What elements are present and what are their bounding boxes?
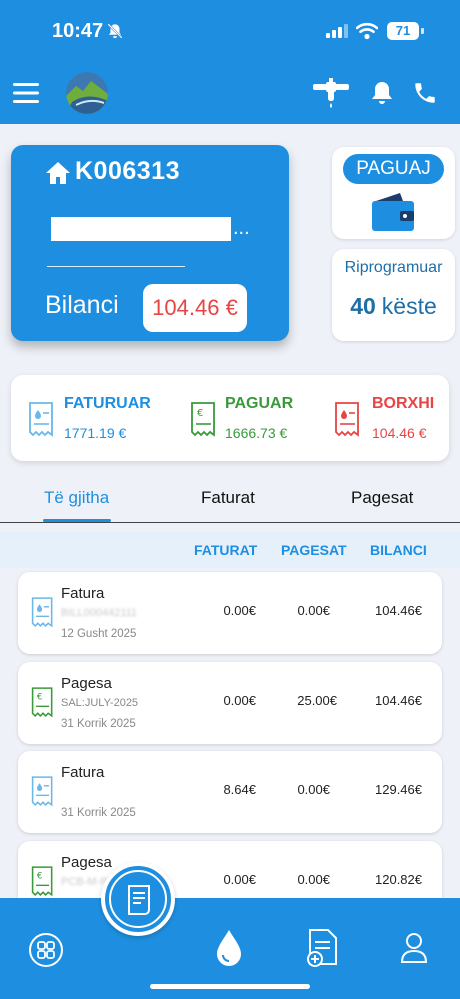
billed-label: FATURUAR	[64, 395, 151, 412]
water-tap-icon[interactable]	[310, 78, 352, 110]
payment-receipt-icon: €	[191, 402, 215, 437]
transaction-type: Pagesa	[61, 675, 112, 692]
transaction-type: Pagesa	[61, 854, 112, 871]
svg-text:€: €	[197, 408, 203, 419]
transaction-payment-amount: 25.00€	[297, 693, 337, 708]
profile-icon[interactable]	[400, 932, 428, 964]
transaction-reference: SAL:JULY-2025	[61, 697, 139, 709]
svg-text:€: €	[37, 871, 43, 881]
status-bar: 10:47 71	[0, 0, 460, 62]
cellular-signal-icon	[326, 24, 348, 38]
fab-ring	[109, 870, 167, 928]
debt-value: 104.46 €	[372, 425, 427, 441]
transaction-date: 31 Korrik 2025	[61, 807, 136, 819]
transaction-date: 12 Gusht 2025	[61, 628, 137, 640]
transaction-type: Fatura	[61, 585, 105, 602]
battery-indicator: 71	[387, 22, 419, 40]
installments-value: 40 këste	[332, 293, 455, 320]
payment-receipt-icon: €	[31, 866, 53, 897]
pay-card[interactable]: PAGUAJ	[332, 147, 455, 239]
account-name-ellipsis: ...	[233, 217, 250, 239]
bills-icon	[128, 885, 150, 915]
paid-label: PAGUAR	[225, 395, 294, 412]
bills-fab-button[interactable]	[101, 862, 175, 936]
filter-tabs: Të gjitha Faturat Pagesat	[0, 475, 460, 523]
transaction-row[interactable]: Fatura 31 Korrik 2025 8.64€ 0.00€ 129.46…	[18, 751, 442, 833]
app-logo	[66, 72, 108, 114]
column-invoices: FATURAT	[194, 542, 258, 558]
add-document-icon[interactable]	[306, 928, 340, 968]
billed-value: 1771.19 €	[64, 425, 127, 441]
tab-payments[interactable]: Pagesat	[351, 488, 413, 508]
transaction-balance: 104.46€	[375, 603, 422, 618]
transaction-type: Fatura	[61, 764, 105, 781]
app-header: 10:47 71	[0, 0, 460, 124]
column-headers: FATURAT PAGESAT BILANCI	[0, 532, 460, 568]
transaction-date: 31 Korrik 2025	[61, 718, 136, 730]
column-payments: PAGESAT	[281, 542, 347, 558]
transaction-list[interactable]: Fatura BILL000442111 12 Gusht 2025 0.00€…	[0, 568, 460, 898]
account-divider	[47, 266, 185, 267]
svg-text:€: €	[37, 692, 43, 702]
account-name-redacted	[51, 217, 231, 241]
tab-invoices[interactable]: Faturat	[201, 488, 255, 508]
transaction-row[interactable]: € Pagesa SAL:JULY-2025 31 Korrik 2025 0.…	[18, 662, 442, 744]
dashboard-icon[interactable]	[28, 932, 64, 968]
invoice-icon	[31, 597, 53, 628]
debt-label: BORXHI	[372, 395, 435, 412]
installments-unit: këste	[381, 293, 437, 319]
invoice-icon	[29, 402, 53, 437]
invoice-icon	[31, 776, 53, 807]
silent-bell-icon	[107, 23, 123, 39]
installments-title: Riprogramuar	[344, 259, 443, 276]
home-indicator	[150, 984, 310, 989]
installments-card[interactable]: Riprogramuar 40 këste	[332, 249, 455, 341]
transaction-reference: BILL000442111	[61, 607, 138, 619]
payment-receipt-icon: €	[31, 687, 53, 718]
account-id: K006313	[75, 157, 180, 185]
transaction-payment-amount: 0.00€	[297, 872, 330, 887]
balance-value: 104.46 €	[143, 284, 247, 332]
menu-icon[interactable]	[13, 82, 39, 104]
wallet-icon	[372, 193, 414, 231]
debt-icon	[335, 402, 359, 437]
transaction-invoice-amount: 8.64€	[223, 782, 256, 797]
transaction-balance: 129.46€	[375, 782, 422, 797]
tabs-divider	[0, 522, 460, 523]
account-card[interactable]: K006313 ... Bilanci 104.46 €	[11, 145, 289, 341]
account-summary: FATURUAR 1771.19 € € PAGUAR 1666.73 € BO…	[11, 375, 449, 461]
balance-label: Bilanci	[45, 291, 119, 319]
transaction-payment-amount: 0.00€	[297, 782, 330, 797]
paid-value: 1666.73 €	[225, 425, 288, 441]
installments-count: 40	[350, 293, 376, 319]
water-drop-icon[interactable]	[213, 928, 245, 968]
battery-tip	[421, 28, 424, 34]
transaction-balance: 120.82€	[375, 872, 422, 887]
transaction-row[interactable]: € Pagesa PCB-M-P-000001 0.00€ 0.00€ 120.…	[18, 841, 442, 898]
transaction-balance: 104.46€	[375, 693, 422, 708]
pay-button[interactable]: PAGUAJ	[343, 154, 444, 184]
phone-icon[interactable]	[412, 80, 438, 106]
transaction-invoice-amount: 0.00€	[223, 693, 256, 708]
transaction-payment-amount: 0.00€	[297, 603, 330, 618]
transaction-row[interactable]: Fatura BILL000442111 12 Gusht 2025 0.00€…	[18, 572, 442, 654]
bell-icon[interactable]	[370, 80, 394, 106]
transaction-invoice-amount: 0.00€	[223, 872, 256, 887]
home-icon	[46, 162, 70, 184]
column-balance: BILANCI	[370, 542, 427, 558]
wifi-icon	[356, 22, 378, 40]
status-time: 10:47	[52, 20, 104, 42]
transaction-invoice-amount: 0.00€	[223, 603, 256, 618]
tab-all[interactable]: Të gjitha	[44, 488, 109, 508]
